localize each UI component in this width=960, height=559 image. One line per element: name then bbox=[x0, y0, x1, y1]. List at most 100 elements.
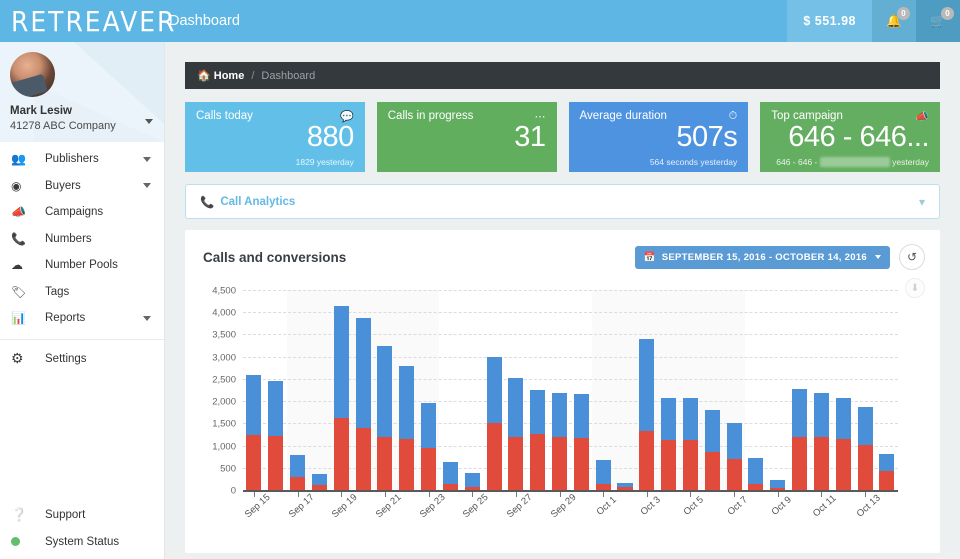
chart-bar-group[interactable] bbox=[592, 290, 614, 490]
chart-bar-segment-calls bbox=[792, 389, 807, 437]
chart-bar-segment-conversions bbox=[399, 439, 414, 490]
chevron-down-icon[interactable] bbox=[145, 119, 153, 124]
chart-x-label-cell bbox=[701, 498, 723, 548]
stat-card-subtitle: 564 seconds yesterday bbox=[650, 157, 737, 167]
sidebar-item-support[interactable]: ❔ Support bbox=[0, 501, 164, 528]
page-title: Dashboard bbox=[165, 0, 787, 42]
chart-x-label-cell: Oct 9 bbox=[767, 498, 789, 548]
chart-bar-group[interactable] bbox=[265, 290, 287, 490]
calls-conversions-panel: Calls and conversions 📅 SEPTEMBER 15, 20… bbox=[185, 230, 940, 553]
chart-bar-segment-calls bbox=[334, 306, 349, 418]
sidebar-item-campaigns[interactable]: 📣 Campaigns bbox=[0, 199, 164, 226]
chart-bar-group[interactable] bbox=[308, 290, 330, 490]
sidebar-item-tags[interactable]: 🏷 Tags bbox=[0, 279, 164, 306]
top-bar: RETREAVER Dashboard $ 551.98 🔔 0 🛒 0 bbox=[0, 0, 960, 42]
chart-bar-group[interactable] bbox=[330, 290, 352, 490]
chart-bar-group[interactable] bbox=[374, 290, 396, 490]
stat-card-subtitle-prefix: 646 - 646 - bbox=[776, 157, 819, 167]
stat-card-subtitle-suffix: yesterday bbox=[890, 157, 929, 167]
call-analytics-label: Call Analytics bbox=[220, 196, 295, 208]
chart-bar-group[interactable] bbox=[527, 290, 549, 490]
chart-bar-group[interactable] bbox=[745, 290, 767, 490]
chart-bar-group[interactable] bbox=[287, 290, 309, 490]
stat-card-calls-in-progress[interactable]: Calls in progress ⋯ 31 bbox=[377, 102, 557, 172]
account-balance[interactable]: $ 551.98 bbox=[787, 0, 872, 42]
date-range-label: SEPTEMBER 15, 2016 - OCTOBER 14, 2016 bbox=[662, 252, 867, 263]
chart-bar-group[interactable] bbox=[658, 290, 680, 490]
chart-bar-segment-conversions bbox=[487, 423, 502, 490]
sidebar-item-buyers[interactable]: ◉ Buyers bbox=[0, 173, 164, 200]
download-chart-button[interactable]: ⬇ bbox=[905, 278, 925, 298]
sidebar-item-reports[interactable]: 📊 Reports bbox=[0, 305, 164, 332]
chart-bar-group[interactable] bbox=[418, 290, 440, 490]
stat-card-top-campaign[interactable]: Top campaign 📣 646 - 646... 646 - 646 - … bbox=[760, 102, 940, 172]
topbar-actions: $ 551.98 🔔 0 🛒 0 bbox=[787, 0, 960, 42]
call-analytics-accordion[interactable]: 📞 Call Analytics ▾ bbox=[185, 184, 940, 219]
chart-bar-segment-conversions bbox=[377, 437, 392, 490]
chart-bar-segment-conversions bbox=[530, 434, 545, 490]
sidebar-item-numbers[interactable]: 📞 Numbers bbox=[0, 226, 164, 253]
avatar bbox=[10, 52, 55, 97]
chart-bar-segment-calls bbox=[530, 390, 545, 434]
stat-card-calls-today[interactable]: Calls today 💬 880 1829 yesterday bbox=[185, 102, 365, 172]
chart-bar-group[interactable] bbox=[352, 290, 374, 490]
stat-card-subtitle: 646 - 646 - XXXXXXXXXXXX yesterday bbox=[776, 157, 929, 167]
chart-y-tick-label: 4,500 bbox=[212, 286, 236, 297]
chart-bar-group[interactable] bbox=[723, 290, 745, 490]
date-range-picker[interactable]: 📅 SEPTEMBER 15, 2016 - OCTOBER 14, 2016 bbox=[635, 246, 890, 269]
chart-bar-group[interactable] bbox=[505, 290, 527, 490]
sidebar-item-label: System Status bbox=[35, 536, 119, 548]
chart-bar-group[interactable] bbox=[614, 290, 636, 490]
chart-x-label-cell: Sep 15 bbox=[243, 498, 265, 548]
chart-bar-group[interactable] bbox=[680, 290, 702, 490]
notifications-button[interactable]: 🔔 0 bbox=[872, 0, 916, 42]
chart-x-label-cell bbox=[483, 498, 505, 548]
chart-bar-group[interactable] bbox=[636, 290, 658, 490]
chart-bar-group[interactable] bbox=[461, 290, 483, 490]
chevron-down-icon[interactable]: ▾ bbox=[919, 195, 925, 209]
breadcrumb-home[interactable]: 🏠 Home bbox=[197, 69, 244, 82]
chart-x-label-cell: Sep 21 bbox=[374, 498, 396, 548]
stat-card-average-duration[interactable]: Average duration ⏱ 507s 564 seconds yest… bbox=[569, 102, 749, 172]
chart-bar-segment-calls bbox=[443, 462, 458, 484]
phone-icon: 📞 bbox=[11, 232, 35, 246]
chart-bar-group[interactable] bbox=[789, 290, 811, 490]
chart-bar-segment-calls bbox=[836, 398, 851, 438]
sidebar-item-settings[interactable]: ⚙ Settings bbox=[0, 346, 164, 373]
chevron-down-icon bbox=[875, 255, 881, 259]
stat-card-value: 880 bbox=[196, 122, 354, 152]
brand-logo[interactable]: RETREAVER bbox=[0, 0, 165, 45]
chart-x-label-cell: Sep 23 bbox=[418, 498, 440, 548]
sidebar-item-system-status[interactable]: System Status bbox=[0, 528, 164, 555]
panel-tools: 📅 SEPTEMBER 15, 2016 - OCTOBER 14, 2016 … bbox=[635, 244, 925, 270]
chart-bar-group[interactable] bbox=[570, 290, 592, 490]
chart-bar-group[interactable] bbox=[854, 290, 876, 490]
chart-x-tick bbox=[745, 492, 767, 497]
green-dot-icon bbox=[11, 537, 35, 546]
chart-bar-group[interactable] bbox=[876, 290, 898, 490]
sidebar-item-publishers[interactable]: 👥 Publishers bbox=[0, 146, 164, 173]
chart-x-label-cell bbox=[658, 498, 680, 548]
chart-bar-segment-calls bbox=[727, 423, 742, 459]
chart-bar-segment-calls bbox=[377, 346, 392, 436]
chart-bar-group[interactable] bbox=[243, 290, 265, 490]
chart-x-tick bbox=[701, 492, 723, 497]
chart-bar-segment-calls bbox=[574, 394, 589, 437]
chart-bar-group[interactable] bbox=[439, 290, 461, 490]
refresh-button[interactable]: ↺ bbox=[899, 244, 925, 270]
chart-bar-group[interactable] bbox=[701, 290, 723, 490]
chart-bar-group[interactable] bbox=[549, 290, 571, 490]
sidebar-item-number-pools[interactable]: ☁ Number Pools bbox=[0, 252, 164, 279]
stat-card-subtitle: 1829 yesterday bbox=[296, 157, 354, 167]
chart-bar-group[interactable] bbox=[396, 290, 418, 490]
calendar-icon: 📅 bbox=[644, 252, 656, 263]
chart-bar-group[interactable] bbox=[832, 290, 854, 490]
cart-button[interactable]: 🛒 0 bbox=[916, 0, 960, 42]
chart-bar-group[interactable] bbox=[767, 290, 789, 490]
stat-card-title: Top campaign bbox=[771, 110, 843, 122]
gear-icon: ⚙ bbox=[11, 350, 35, 367]
chart-plot-area: 05001,0001,5002,0002,5003,0003,5004,0004… bbox=[243, 290, 898, 490]
chart-bar-group[interactable] bbox=[811, 290, 833, 490]
chart-bar-group[interactable] bbox=[483, 290, 505, 490]
user-profile[interactable]: Mark Lesiw 41278 ABC Company bbox=[0, 42, 164, 142]
